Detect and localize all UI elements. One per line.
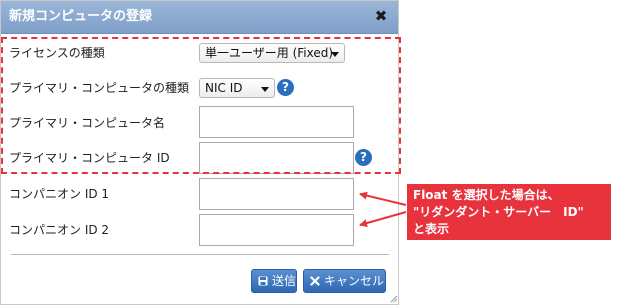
arrow-to-companion2: [359, 211, 407, 227]
callout-arrows: [359, 191, 407, 227]
annotation-line-2: "リダンダント・サーバー ID": [413, 205, 584, 219]
annotation-callout: Float を選択した場合は、 "リダンダント・サーバー ID" と表示: [407, 184, 611, 240]
annotation-line-3: と表示: [413, 222, 450, 236]
arrow-to-companion1: [359, 191, 407, 206]
annotation-line-1: Float を選択した場合は、: [413, 188, 560, 202]
